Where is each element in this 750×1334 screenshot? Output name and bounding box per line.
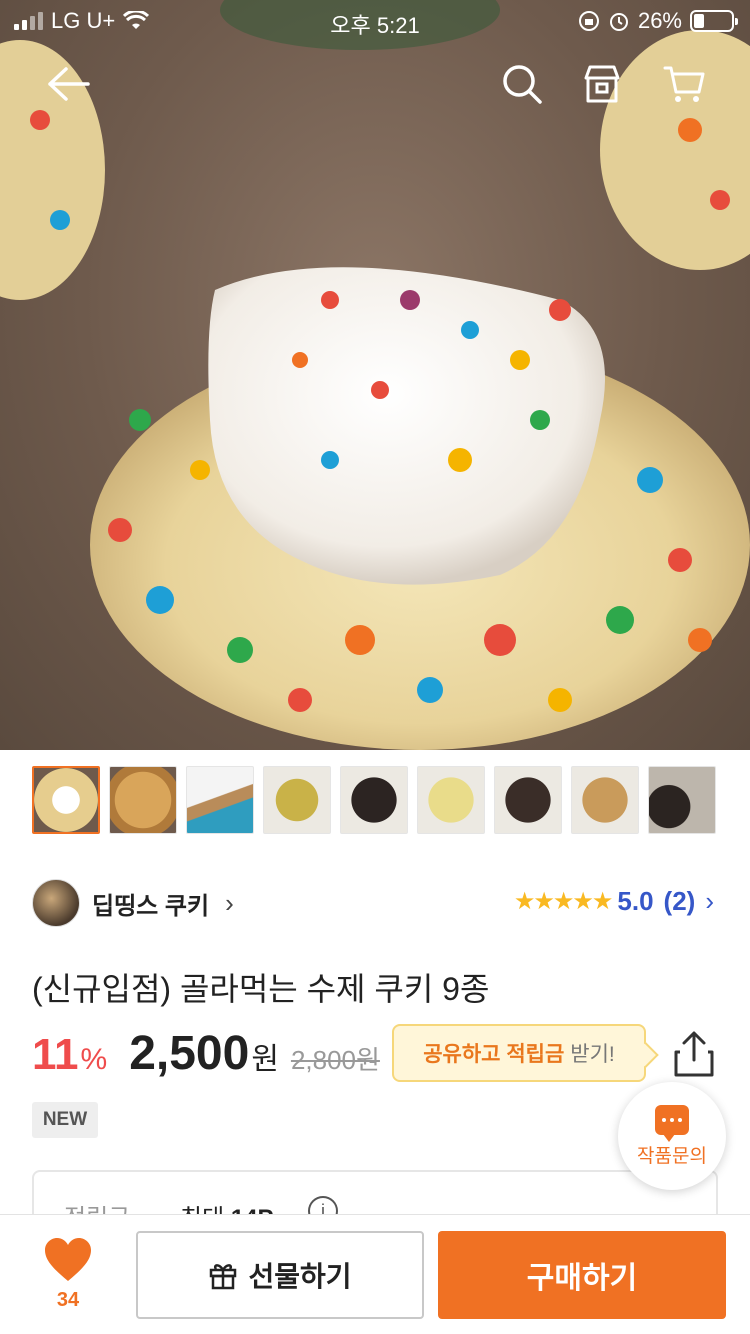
back-button[interactable]: [42, 58, 94, 110]
seller-avatar: [32, 879, 80, 927]
new-badge: NEW: [32, 1102, 98, 1138]
back-arrow-icon: [48, 67, 90, 101]
thumbnail-item[interactable]: [571, 766, 639, 834]
like-button[interactable]: 34: [30, 1237, 106, 1317]
status-right: 26%: [578, 8, 738, 34]
share-button[interactable]: [672, 1030, 716, 1078]
thumbnail-item[interactable]: [417, 766, 485, 834]
share-reward-tooltip[interactable]: 공유하고 적립금 받기!: [392, 1024, 646, 1082]
shop-icon: [584, 65, 620, 103]
review-count: (2): [663, 886, 696, 916]
gift-label: 선물하기: [248, 1261, 352, 1292]
thumbnail-strip: [32, 766, 716, 834]
cart-button[interactable]: [658, 58, 710, 110]
bottom-action-bar: 34 선물하기 구매하기: [0, 1214, 750, 1334]
search-button[interactable]: [496, 58, 548, 110]
seller-link[interactable]: 딥띵스 쿠키 ›: [32, 878, 234, 928]
chevron-right-icon: ›: [225, 887, 234, 918]
gift-icon: [210, 1264, 237, 1290]
discount-rate: 11: [32, 1030, 79, 1079]
alarm-icon: [609, 13, 628, 31]
shop-button[interactable]: [576, 58, 628, 110]
heart-icon: [45, 1238, 91, 1281]
share-icon: [674, 1031, 714, 1077]
thumbnail-item[interactable]: [263, 766, 331, 834]
gift-button[interactable]: 선물하기: [136, 1231, 424, 1319]
buy-label: 구매하기: [526, 1262, 638, 1295]
like-count: 34: [56, 1289, 80, 1311]
price-unit: 원: [251, 1043, 279, 1076]
tooltip-highlight: 공유하고 적립금: [423, 1043, 565, 1066]
discount-unit: %: [80, 1043, 108, 1076]
inquiry-label: 작품문의: [637, 1145, 707, 1167]
chat-bubble-icon: [655, 1104, 689, 1142]
tooltip-rest: 받기!: [570, 1043, 615, 1066]
rating-summary[interactable]: ★★★★★ 5.0 (2) ›: [514, 886, 714, 917]
rating-score: 5.0: [617, 886, 654, 916]
battery-icon: [690, 10, 738, 32]
seller-name: 딥띵스 쿠키: [92, 892, 210, 920]
star-rating-icon: ★★★★★: [513, 888, 614, 915]
product-title: (신규입점) 골라먹는 수제 쿠키 9종: [32, 971, 490, 1007]
product-page: LG U+ 오후 5:21 26% 딥띵스 쿠키 › ★★★★★ 5.0 (2)…: [0, 0, 750, 1334]
battery-percent: 26%: [637, 8, 682, 33]
rotation-lock-icon: [578, 11, 599, 31]
chevron-right-icon: ›: [705, 886, 714, 916]
buy-button[interactable]: 구매하기: [438, 1231, 726, 1319]
thumbnail-item[interactable]: [340, 766, 408, 834]
product-main-image[interactable]: [0, 0, 750, 750]
cart-icon: [663, 66, 705, 102]
thumbnail-item[interactable]: [186, 766, 254, 834]
thumbnail-item[interactable]: [109, 766, 177, 834]
product-inquiry-button[interactable]: 작품문의: [618, 1082, 726, 1190]
sale-price: 2,500: [129, 1027, 250, 1080]
original-price: 2,800원: [290, 1045, 380, 1075]
cookie-photo: [0, 0, 750, 750]
search-icon: [503, 65, 542, 104]
thumbnail-item[interactable]: [494, 766, 562, 834]
thumbnail-item[interactable]: [648, 766, 716, 834]
status-bar: LG U+ 오후 5:21 26%: [0, 0, 750, 40]
thumbnail-item[interactable]: [32, 766, 100, 834]
price-row: 11 % 2,500 원 2,800원: [32, 1026, 380, 1081]
